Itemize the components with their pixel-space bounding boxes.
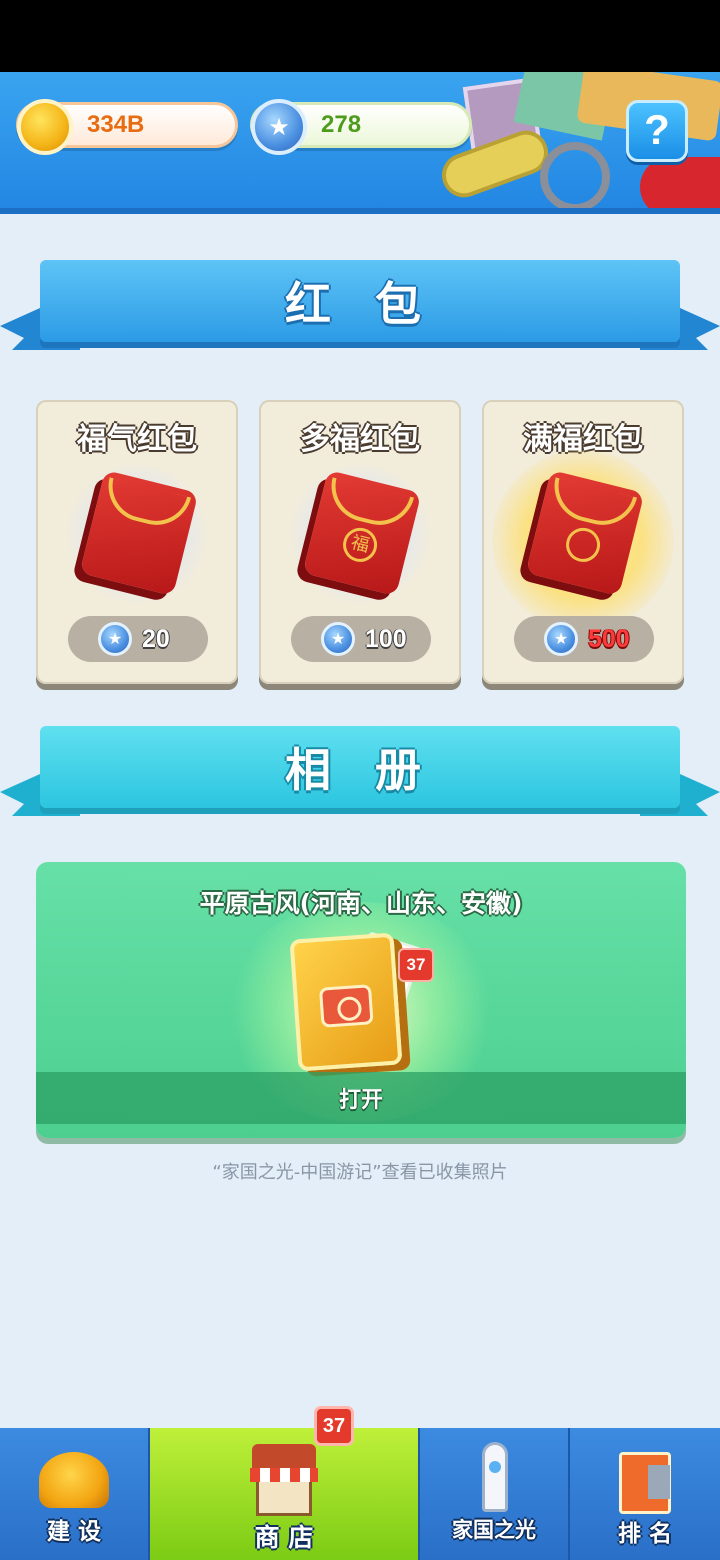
photo-album-card[interactable]: 平原古风(河南、山东、安徽) 37 打开	[36, 862, 686, 1138]
nav-label: 排 名	[617, 1521, 672, 1547]
price-value: 100	[365, 625, 407, 653]
hard-hat-icon	[39, 1452, 109, 1508]
red-packet-card-fuqi[interactable]: 福气红包 ★ 20	[36, 400, 238, 684]
price-button[interactable]: ★ 100	[291, 616, 431, 662]
red-packet-card-manfu[interactable]: 满福红包 ★ 500	[482, 400, 684, 684]
tower-body	[619, 1452, 671, 1514]
star-gem-icon: ★	[544, 622, 578, 656]
gem-balance[interactable]: ★ 278	[250, 99, 472, 155]
shop-notification-badge: 37	[314, 1406, 354, 1446]
rocket-icon	[456, 1442, 532, 1514]
header-decoration	[640, 157, 720, 208]
price-button[interactable]: ★ 500	[514, 616, 654, 662]
section-title: 红 包	[284, 277, 435, 331]
status-bar	[0, 0, 720, 72]
card-title: 多福红包	[300, 422, 420, 457]
magnifier-decoration	[540, 142, 610, 208]
price-value: 500	[588, 625, 630, 653]
camera-icon	[318, 984, 374, 1028]
album-count-badge: 37	[398, 948, 434, 982]
fu-seal-icon: 福	[339, 524, 381, 566]
album-section-header: 相 册	[0, 726, 720, 826]
coin-icon	[17, 99, 73, 155]
price-button[interactable]: ★ 20	[68, 616, 208, 662]
nav-label: 家国之光	[452, 1518, 536, 1542]
star-gem-icon: ★	[251, 99, 307, 155]
section-title: 相 册	[284, 743, 435, 797]
coin-balance[interactable]: 334B	[16, 99, 238, 155]
nav-tab-build[interactable]: 建 设	[0, 1428, 150, 1560]
red-packet-section-header: 红 包	[0, 260, 720, 360]
nav-tab-shop[interactable]: 商 店	[150, 1428, 420, 1560]
rocket-body	[482, 1442, 508, 1512]
open-button-label[interactable]: 打开	[36, 1082, 686, 1114]
shop-icon	[246, 1444, 322, 1516]
top-header: 334B ★ 278 ?	[0, 72, 720, 214]
gem-amount: 278	[321, 111, 362, 138]
tower-icon	[607, 1446, 683, 1518]
price-value: 20	[142, 625, 170, 653]
nav-tab-ranking[interactable]: 排 名	[570, 1428, 720, 1560]
chinese-knot-icon	[562, 524, 604, 566]
coin-amount: 334B	[87, 111, 145, 138]
star-gem-icon: ★	[98, 622, 132, 656]
shop-awning	[250, 1468, 318, 1482]
ribbon-band: 红 包	[40, 260, 680, 342]
album-title: 平原古风(河南、山东、安徽)	[199, 889, 523, 918]
bottom-navigation: 建 设 商 店 家国之光 排 名	[0, 1428, 720, 1560]
album-caption: “家国之光-中国游记”查看已收集照片	[212, 1162, 508, 1183]
card-title: 福气红包	[77, 422, 197, 457]
nav-label: 商 店	[254, 1523, 314, 1552]
ribbon-band: 相 册	[40, 726, 680, 808]
help-button[interactable]: ?	[626, 100, 688, 162]
nav-label: 建 设	[46, 1519, 101, 1545]
red-packet-card-duofu[interactable]: 多福红包 福 ★ 100	[259, 400, 461, 684]
nav-tab-homeland[interactable]: 家国之光	[420, 1428, 570, 1560]
photo-album-icon	[289, 932, 403, 1072]
star-gem-icon: ★	[321, 622, 355, 656]
